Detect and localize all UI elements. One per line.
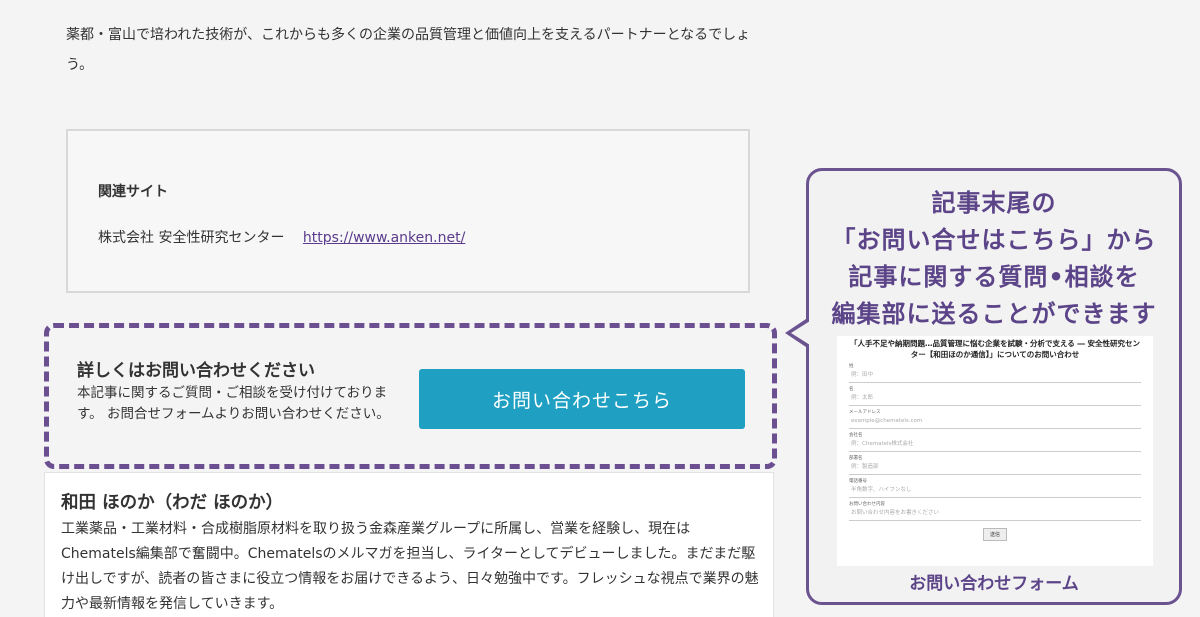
contact-button[interactable]: お問い合わせこちら: [419, 369, 745, 429]
submit-button[interactable]: 送信: [982, 528, 1007, 541]
intro-paragraph: 薬都・富山で培われた技術が、これからも多くの企業の品質管理と価値向上を支えるパー…: [66, 27, 751, 73]
form-caption: お問い合わせフォーム: [909, 574, 1079, 594]
callout-title: 記事末尾の 「お問い合せはこちら」から 記事に関する質問•相談を 編集部に送るこ…: [809, 185, 1179, 333]
related-sites-heading: 関連サイト: [98, 184, 168, 200]
first-name-input[interactable]: 例：太郎: [849, 393, 1141, 406]
contact-cta-text: 本記事に関するご質問・ご相談を受け付けております。 お問合せフォームよりお問い合…: [77, 385, 390, 422]
author-profile: 和田 ほのか（わだ ほのか） 工業薬品・工業材料・合成樹脂原材料を取り扱う金森産…: [44, 472, 774, 617]
author-bio: 工業薬品・工業材料・合成樹脂原材料を取り扱う金森産業グループに所属し、営業を経験…: [61, 521, 759, 612]
callout-line: 記事末尾の: [931, 189, 1057, 217]
contact-form-callout: 記事末尾の 「お問い合せはこちら」から 記事に関する質問•相談を 編集部に送るこ…: [785, 168, 1182, 605]
contact-form-preview: 「人手不足や納期問題…品質管理に悩む企業を試験・分析で支える ― 安全性研究セン…: [837, 336, 1153, 566]
department-input[interactable]: 例：製造部: [849, 462, 1141, 475]
callout-line: 記事に関する質問•相談を: [848, 263, 1140, 291]
callout-line: 「お問い合せはこちら」から: [831, 226, 1157, 254]
related-site-row: 株式会社 安全性研究センター https://www.anken.net/: [98, 227, 465, 247]
author-name: 和田 ほのか（わだ ほのか）: [61, 493, 284, 513]
related-site-link[interactable]: https://www.anken.net/: [303, 230, 465, 246]
contact-cta-box: 詳しくはお問い合わせください 本記事に関するご質問・ご相談を受け付けております。…: [44, 323, 777, 469]
callout-pointer-inner: [791, 321, 810, 345]
message-input[interactable]: お問い合わせ内容をお書きください: [849, 508, 1141, 521]
related-sites-box: 関連サイト 株式会社 安全性研究センター https://www.anken.n…: [66, 129, 750, 293]
callout-line: 編集部に送ることができます: [831, 300, 1157, 328]
related-site-company: 株式会社 安全性研究センター: [98, 230, 285, 246]
form-title: 「人手不足や納期問題…品質管理に悩む企業を試験・分析で支える ― 安全性研究セン…: [850, 339, 1140, 359]
email-input[interactable]: example@chematels.com: [849, 416, 1141, 429]
phone-input[interactable]: 半角数字、ハイフンなし: [849, 485, 1141, 498]
last-name-input[interactable]: 例：田中: [849, 370, 1141, 383]
contact-cta-heading: 詳しくはお問い合わせください: [77, 361, 315, 381]
company-input[interactable]: 例：Chematels株式会社: [849, 439, 1141, 452]
